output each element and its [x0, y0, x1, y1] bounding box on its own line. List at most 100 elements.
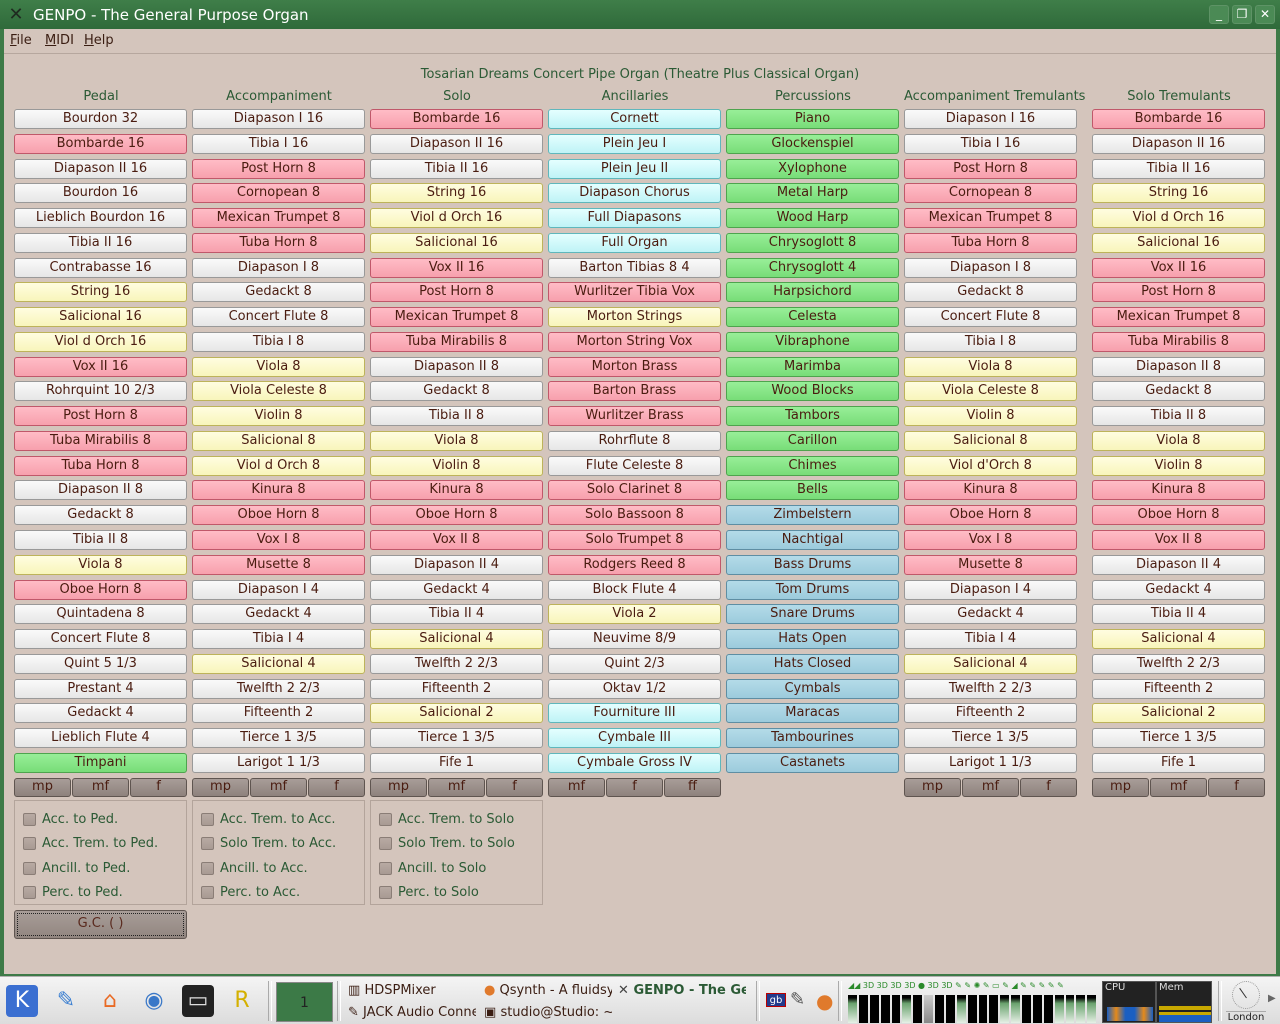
stop-button[interactable]: Carillon — [726, 430, 899, 451]
memory-monitor[interactable]: Mem — [1156, 981, 1212, 1023]
menu-help[interactable]: Help — [84, 33, 114, 48]
stop-button[interactable]: Viol d Orch 16 — [1092, 208, 1265, 229]
stop-button[interactable]: Quint 5 1/3 — [14, 653, 187, 674]
stop-button[interactable]: Neuvime 8/9 — [548, 629, 721, 650]
stop-button[interactable]: Diapason II 8 — [370, 356, 543, 377]
stop-button[interactable]: Tuba Horn 8 — [192, 232, 365, 253]
coupler-checkbox[interactable] — [201, 837, 214, 851]
stop-button[interactable]: Vox II 16 — [370, 257, 543, 278]
stop-button[interactable]: Morton Strings — [548, 307, 721, 328]
stop-button[interactable]: Tibia I 16 — [904, 133, 1077, 154]
stop-button[interactable]: Salicional 4 — [1092, 629, 1265, 650]
stop-button[interactable]: Musette 8 — [904, 554, 1077, 575]
stop-button[interactable]: Mexican Trumpet 8 — [370, 307, 543, 328]
stop-button[interactable]: Diapason I 8 — [904, 257, 1077, 278]
stop-button[interactable]: Gedackt 4 — [192, 604, 365, 625]
dynamics-f-button[interactable]: f — [130, 777, 187, 797]
maximize-button[interactable]: ❐ — [1232, 5, 1252, 24]
stop-button[interactable]: Viol d Orch 16 — [370, 208, 543, 229]
dynamics-mf-button[interactable]: mf — [72, 777, 129, 797]
stop-button[interactable]: Post Horn 8 — [14, 406, 187, 427]
taskbar-scroll-right-icon[interactable]: ▶ — [1268, 993, 1276, 1004]
task-hdspmixer[interactable]: ▥ HDSPMixer — [348, 983, 468, 998]
stop-button[interactable]: Full Organ — [548, 232, 721, 253]
stop-button[interactable]: Flute Celeste 8 — [548, 455, 721, 476]
stop-button[interactable]: Vox II 8 — [370, 530, 543, 551]
stop-button[interactable]: Wurlitzer Brass — [548, 406, 721, 427]
stop-button[interactable]: Tibia II 4 — [370, 604, 543, 625]
stop-button[interactable]: Chimes — [726, 455, 899, 476]
task-terminal[interactable]: ▣ studio@Studio: ~ — [484, 1005, 612, 1020]
stop-button[interactable]: String 16 — [1092, 183, 1265, 204]
stop-button[interactable]: Fourniture III — [548, 703, 721, 724]
stop-button[interactable]: Viol d Orch 16 — [14, 331, 187, 352]
stop-button[interactable]: Morton String Vox — [548, 331, 721, 352]
stop-button[interactable]: Viola 8 — [370, 430, 543, 451]
dynamics-f-button[interactable]: f — [308, 777, 365, 797]
coupler-checkbox-row[interactable]: Ancill. to Acc. — [193, 856, 364, 881]
stop-button[interactable]: Tibia II 16 — [370, 158, 543, 179]
coupler-checkbox[interactable] — [23, 886, 36, 900]
stop-button[interactable]: Tibia I 16 — [192, 133, 365, 154]
stop-button[interactable]: Tierce 1 3/5 — [904, 728, 1077, 749]
kde-menu-icon[interactable]: K — [6, 985, 38, 1017]
stop-button[interactable]: Wurlitzer Tibia Vox — [548, 282, 721, 303]
stop-button[interactable]: Fifteenth 2 — [1092, 678, 1265, 699]
stop-button[interactable]: Gedackt 4 — [370, 579, 543, 600]
coupler-checkbox[interactable] — [379, 837, 392, 851]
stop-button[interactable]: Post Horn 8 — [1092, 282, 1265, 303]
stop-button[interactable]: Tuba Mirabilis 8 — [14, 430, 187, 451]
stop-button[interactable]: Block Flute 4 — [548, 579, 721, 600]
stop-button[interactable]: Salicional 8 — [192, 430, 365, 451]
cpu-monitor[interactable]: CPU — [1102, 981, 1156, 1023]
stop-button[interactable]: Mexican Trumpet 8 — [1092, 307, 1265, 328]
stop-button[interactable]: Cornopean 8 — [192, 183, 365, 204]
stop-button[interactable]: Marimba — [726, 356, 899, 377]
qsynth-tray-icon[interactable]: ● — [816, 989, 833, 1013]
stop-button[interactable]: Hats Open — [726, 629, 899, 650]
stop-button[interactable]: Chrysoglott 4 — [726, 257, 899, 278]
stop-button[interactable]: Concert Flute 8 — [192, 307, 365, 328]
stop-button[interactable]: Oboe Horn 8 — [904, 505, 1077, 526]
stop-button[interactable]: Full Diapasons — [548, 208, 721, 229]
stop-button[interactable]: Tierce 1 3/5 — [370, 728, 543, 749]
stop-button[interactable]: Kinura 8 — [904, 480, 1077, 501]
stop-button[interactable]: Maracas — [726, 703, 899, 724]
dynamics-mp-button[interactable]: mp — [370, 777, 427, 797]
stop-button[interactable]: Viola 8 — [1092, 430, 1265, 451]
stop-button[interactable]: Fifteenth 2 — [370, 678, 543, 699]
stop-button[interactable]: Post Horn 8 — [370, 282, 543, 303]
stop-button[interactable]: Diapason II 4 — [1092, 554, 1265, 575]
coupler-checkbox[interactable] — [23, 837, 36, 851]
stop-button[interactable]: Fife 1 — [1092, 752, 1265, 773]
coupler-checkbox-row[interactable]: Solo Trem. to Solo — [371, 832, 542, 857]
stop-button[interactable]: Kinura 8 — [192, 480, 365, 501]
desktop-pager[interactable]: 1 — [276, 982, 333, 1022]
stop-button[interactable]: Diapason II 8 — [1092, 356, 1265, 377]
coupler-checkbox-row[interactable]: Acc. Trem. to Solo — [371, 807, 542, 832]
stop-button[interactable]: Gedackt 8 — [192, 282, 365, 303]
level-meters[interactable] — [848, 995, 1097, 1023]
stop-button[interactable]: Salicional 16 — [1092, 232, 1265, 253]
stop-button[interactable]: String 16 — [14, 282, 187, 303]
stop-button[interactable]: Bombarde 16 — [370, 109, 543, 129]
coupler-checkbox[interactable] — [201, 861, 214, 875]
terminal-icon[interactable]: ▭ — [182, 985, 214, 1017]
stop-button[interactable]: Snare Drums — [726, 604, 899, 625]
stop-button[interactable]: Vox II 16 — [14, 356, 187, 377]
stop-button[interactable]: Mexican Trumpet 8 — [904, 208, 1077, 229]
dynamics-f-button[interactable]: f — [1208, 777, 1265, 797]
stop-button[interactable]: Gedackt 4 — [904, 604, 1077, 625]
stop-button[interactable]: Viola Celeste 8 — [904, 381, 1077, 402]
stop-button[interactable]: Mexican Trumpet 8 — [192, 208, 365, 229]
close-button[interactable]: ✕ — [1255, 5, 1275, 24]
stop-button[interactable]: Salicional 4 — [370, 629, 543, 650]
stop-button[interactable]: Solo Bassoon 8 — [548, 505, 721, 526]
stop-button[interactable]: Twelfth 2 2/3 — [192, 678, 365, 699]
stop-button[interactable]: Rodgers Reed 8 — [548, 554, 721, 575]
stop-button[interactable]: Viola Celeste 8 — [192, 381, 365, 402]
stop-button[interactable]: Vibraphone — [726, 331, 899, 352]
stop-button[interactable]: Tibia II 8 — [370, 406, 543, 427]
stop-button[interactable]: Wood Harp — [726, 208, 899, 229]
stop-button[interactable]: Salicional 2 — [370, 703, 543, 724]
